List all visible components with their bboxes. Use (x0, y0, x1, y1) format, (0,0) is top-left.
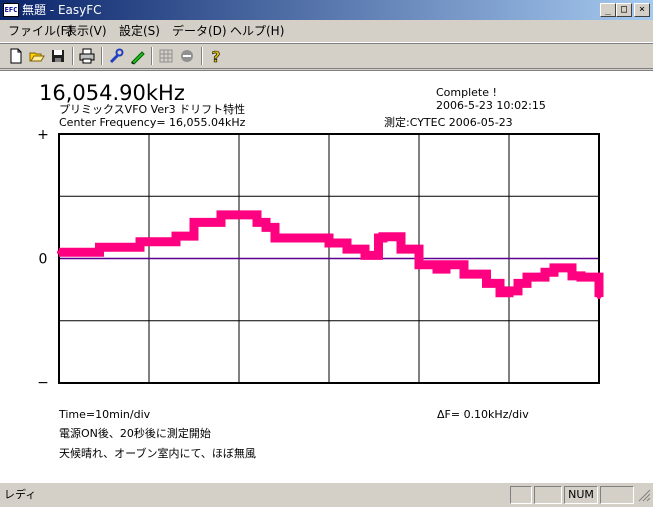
maximize-button[interactable]: □ (616, 3, 632, 17)
data-point (507, 288, 511, 293)
data-point (363, 253, 367, 258)
menu-file[interactable]: ファイル(F) (8, 24, 72, 38)
data-point (399, 247, 403, 252)
data-point (516, 281, 520, 286)
data-point (264, 225, 268, 230)
drift-chart: +0 − (37, 127, 604, 391)
help-icon[interactable]: ? (207, 47, 225, 65)
data-point (435, 267, 439, 272)
toolbar-separator (72, 47, 74, 65)
data-point (147, 239, 151, 244)
data-point (138, 239, 142, 244)
stop-icon[interactable] (178, 47, 196, 65)
data-point (579, 275, 583, 280)
data-point (552, 265, 556, 270)
save-icon[interactable] (49, 47, 67, 65)
status-panel (600, 486, 634, 504)
data-point (597, 295, 601, 300)
data-point (174, 234, 178, 239)
data-point (93, 250, 97, 255)
data-point (192, 220, 196, 225)
document-view[interactable]: 16,054.90kHz プリミックスVFO Ver3 ドリフト特性 Cente… (0, 70, 653, 483)
data-point (210, 220, 214, 225)
status-text: レディ (4, 488, 37, 501)
grid-icon[interactable] (157, 47, 175, 65)
data-point (381, 234, 385, 239)
data-point (543, 270, 547, 275)
data-point (255, 220, 259, 225)
menu-data[interactable]: データ(D) (172, 24, 227, 38)
data-point (444, 262, 448, 267)
menu-view[interactable]: 表示(V) (65, 24, 107, 38)
data-point (345, 247, 349, 252)
data-point (327, 240, 331, 245)
wrench-icon[interactable] (107, 47, 125, 65)
data-point (588, 275, 592, 280)
status-bar: レディ NUM (0, 484, 653, 506)
menu-help[interactable]: ヘルプ(H) (230, 24, 284, 38)
menu-settings[interactable]: 設定(S) (119, 24, 160, 38)
data-point (498, 290, 502, 295)
note-line-2: 天候晴れ、オーブン室内にて、ほぼ無風 (59, 447, 256, 460)
data-point (232, 212, 237, 217)
data-point (129, 245, 133, 250)
data-point (300, 235, 304, 240)
data-point (417, 262, 421, 267)
y-axis-label-plus: + (37, 127, 49, 143)
toolbar-separator (201, 47, 203, 65)
num-lock-indicator: NUM (564, 486, 598, 504)
data-point (57, 250, 61, 255)
note-line-1: 電源ON後、20秒後に測定開始 (59, 427, 211, 440)
menu-bar: ファイル(F) 表示(V) 設定(S) データ(D) ヘルプ(H) (0, 20, 653, 43)
new-icon[interactable] (7, 47, 25, 65)
minimize-button[interactable]: _ (600, 3, 616, 17)
data-point (219, 212, 223, 217)
pencil-icon[interactable] (128, 47, 146, 65)
data-point (484, 281, 489, 286)
svg-text:?: ? (212, 48, 221, 65)
data-point (570, 273, 574, 278)
app-icon[interactable]: EFC (3, 3, 19, 17)
data-point (462, 272, 466, 277)
y-axis-label-minus: − (37, 375, 49, 391)
data-point (97, 245, 102, 250)
toolbar-separator (101, 47, 103, 65)
toolbar: ? (0, 43, 653, 69)
data-point (376, 235, 381, 240)
delta-f-label: ΔF= 0.10kHz/div (437, 408, 529, 421)
title-bar[interactable]: EFC 無題 - EasyFC _ □ × (0, 0, 653, 20)
print-icon[interactable] (78, 47, 96, 65)
open-icon[interactable] (28, 47, 46, 65)
status-panel (534, 486, 562, 504)
toolbar-separator (151, 47, 153, 65)
y-axis-label-zero: 0 (39, 252, 48, 268)
status-panel (510, 486, 532, 504)
data-point (273, 235, 277, 240)
time-div-label: Time=10min/div (59, 408, 151, 421)
window-title: 無題 - EasyFC (22, 3, 102, 17)
data-point (525, 275, 529, 280)
close-button[interactable]: × (634, 3, 650, 17)
size-grip[interactable] (636, 486, 652, 504)
